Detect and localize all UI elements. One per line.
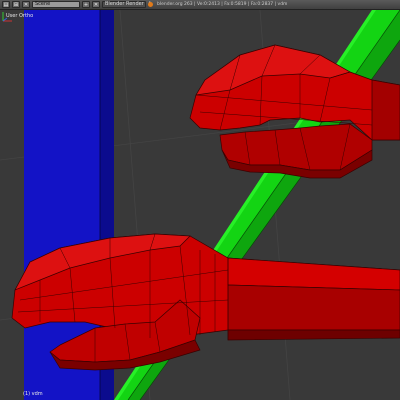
active-object-label: (1) vdm xyxy=(23,391,43,397)
axis-gizmo-icon xyxy=(2,12,12,22)
scene-stats: blender.org 263 | Ve:0:2413 | Fa:0:5819 … xyxy=(157,2,288,7)
3d-viewport[interactable]: User Ortho (1) vdm xyxy=(0,10,400,400)
render-engine-select[interactable]: Blender Render ⇕ xyxy=(102,1,152,8)
screen-prev-button[interactable]: ⊞ xyxy=(12,1,20,8)
lower-hand xyxy=(11,233,400,371)
screen-layout-button[interactable]: ✕ xyxy=(22,1,30,8)
info-header: ▤ ⊞ ✕ Scene + ✕ Blender Render ⇕ blender… xyxy=(0,0,400,10)
viewport-scene xyxy=(0,10,400,400)
delete-scene-button[interactable]: ✕ xyxy=(92,1,100,8)
add-scene-button[interactable]: + xyxy=(82,1,90,8)
editor-type-button[interactable]: ▤ xyxy=(2,1,10,8)
render-engine-label: Blender Render xyxy=(105,1,144,7)
scene-name-field[interactable]: Scene xyxy=(32,1,80,8)
blender-logo-icon xyxy=(148,2,153,7)
